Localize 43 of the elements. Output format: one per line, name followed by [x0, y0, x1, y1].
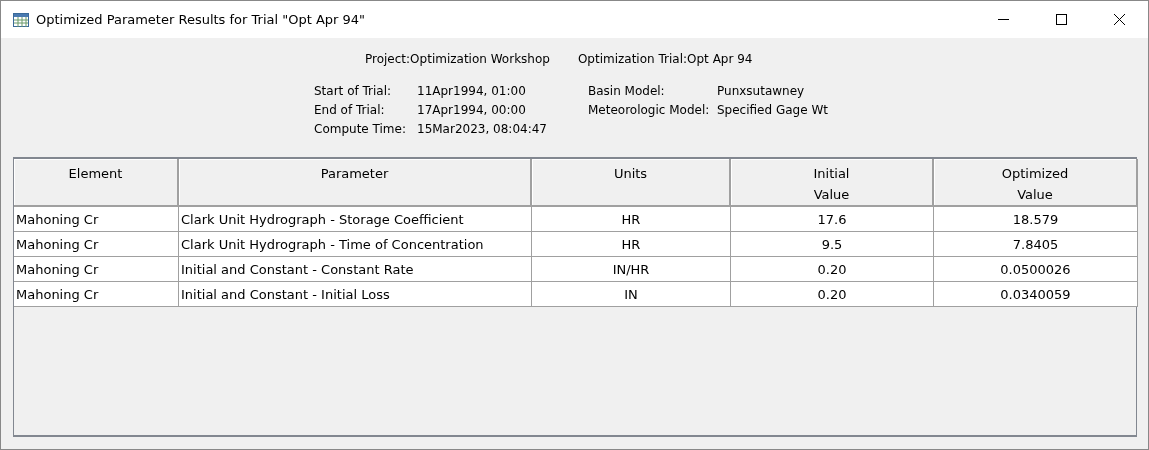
table-cell: 17.6	[731, 207, 934, 232]
column-header[interactable]: Element	[14, 159, 179, 207]
table-cell: IN	[532, 282, 731, 307]
column-header[interactable]: Optimized Value	[934, 159, 1138, 207]
field-label: Compute Time:	[314, 121, 407, 138]
window-title: Optimized Parameter Results for Trial "Opt Apr 94"	[36, 12, 367, 27]
table-cell: 7.8405	[934, 232, 1138, 257]
table-cell: HR	[532, 207, 731, 232]
table-cell: Mahoning Cr	[14, 207, 179, 232]
table-icon	[13, 12, 29, 27]
field-value: Specified Gage Wt	[717, 102, 828, 119]
table-cell: Initial and Constant - Constant Rate	[179, 257, 532, 282]
column-header[interactable]: Initial Value	[731, 159, 934, 207]
field-label: Basin Model:	[588, 83, 666, 100]
table-cell: Mahoning Cr	[14, 282, 179, 307]
maximize-icon	[1055, 14, 1067, 25]
close-icon	[1113, 14, 1125, 25]
table-cell: 0.0500026	[934, 257, 1138, 282]
table-cell: 0.0340059	[934, 282, 1138, 307]
field-label: Start of Trial:	[314, 83, 393, 100]
field-label: Project:	[365, 51, 411, 68]
column-header[interactable]: Parameter	[179, 159, 532, 207]
field-value: Punxsutawney	[717, 83, 806, 100]
field-value: Opt Apr 94	[687, 51, 753, 68]
table-cell: Clark Unit Hydrograph - Storage Coefficient	[179, 207, 532, 232]
table-cell: 18.579	[934, 207, 1138, 232]
field-value: 15Mar2023, 08:04:47	[417, 121, 548, 138]
field-value: 17Apr1994, 00:00	[417, 102, 527, 119]
field-label: Optimization Trial:	[577, 51, 688, 68]
table-cell: 9.5	[731, 232, 934, 257]
table-cell: HR	[532, 232, 731, 257]
table-cell: IN/HR	[532, 257, 731, 282]
table-cell: Clark Unit Hydrograph - Time of Concentration	[179, 232, 532, 257]
table-cell: 0.20	[731, 257, 934, 282]
column-header[interactable]: Units	[532, 159, 731, 207]
field-value: 11Apr1994, 01:00	[417, 83, 527, 100]
table-cell: 0.20	[731, 282, 934, 307]
table-cell: Mahoning Cr	[14, 257, 179, 282]
table-cell: Initial and Constant - Initial Loss	[179, 282, 532, 307]
table-cell: Mahoning Cr	[14, 232, 179, 257]
field-label: End of Trial:	[314, 102, 386, 119]
field-label: Meteorologic Model:	[588, 102, 711, 119]
field-value: Optimization Workshop	[410, 51, 550, 68]
